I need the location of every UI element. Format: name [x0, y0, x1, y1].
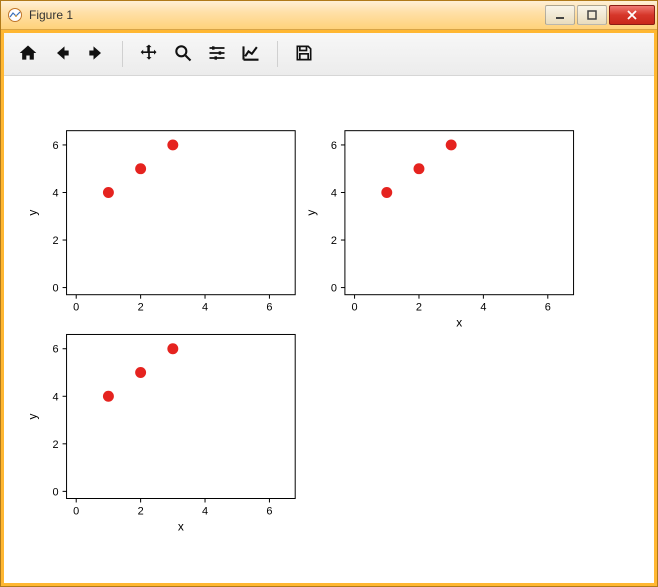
- toolbar: [4, 33, 654, 76]
- svg-text:6: 6: [266, 505, 272, 517]
- home-icon: [18, 43, 38, 66]
- svg-text:0: 0: [53, 283, 59, 295]
- svg-text:4: 4: [53, 187, 59, 199]
- svg-text:6: 6: [266, 302, 272, 314]
- svg-text:y: y: [26, 210, 40, 216]
- svg-text:x: x: [456, 316, 462, 330]
- svg-text:6: 6: [545, 302, 551, 314]
- forward-button[interactable]: [80, 38, 112, 70]
- svg-text:2: 2: [53, 235, 59, 247]
- svg-text:6: 6: [331, 140, 337, 152]
- pan-button[interactable]: [133, 38, 165, 70]
- sliders-icon: [207, 43, 227, 66]
- svg-text:4: 4: [480, 302, 486, 314]
- svg-text:4: 4: [331, 187, 337, 199]
- maximize-button[interactable]: [577, 5, 607, 25]
- titlebar[interactable]: Figure 1: [1, 1, 657, 30]
- svg-text:0: 0: [73, 505, 79, 517]
- svg-text:4: 4: [53, 391, 59, 403]
- svg-text:y: y: [26, 413, 40, 419]
- home-button[interactable]: [12, 38, 44, 70]
- minimize-button[interactable]: [545, 5, 575, 25]
- svg-text:0: 0: [53, 486, 59, 498]
- svg-text:2: 2: [416, 302, 422, 314]
- zoom-button[interactable]: [167, 38, 199, 70]
- edit-axes-button[interactable]: [235, 38, 267, 70]
- svg-text:0: 0: [73, 302, 79, 314]
- content-pane: 0 2 4 6 0 2 4 6 y 0 2 4 6 0 2 4 6 x y 0 2 4 6 0 2 4 6 x y: [4, 33, 654, 583]
- svg-text:6: 6: [53, 140, 59, 152]
- figure-canvas[interactable]: 0 2 4 6 0 2 4 6 y 0 2 4 6 0 2 4 6 x y 0 2 4 6 0 2 4 6 x y: [4, 76, 654, 583]
- svg-text:y: y: [304, 210, 318, 216]
- svg-text:x: x: [178, 519, 184, 533]
- zoom-icon: [173, 43, 193, 66]
- close-button[interactable]: [609, 5, 655, 25]
- toolbar-separator: [122, 41, 123, 67]
- svg-text:0: 0: [352, 302, 358, 314]
- svg-text:2: 2: [53, 439, 59, 451]
- svg-text:4: 4: [202, 302, 208, 314]
- chart-line-icon: [241, 43, 261, 66]
- save-icon: [294, 43, 314, 66]
- back-arrow-icon: [52, 43, 72, 66]
- app-window: Figure 1: [0, 0, 658, 587]
- app-icon: [7, 7, 23, 23]
- move-icon: [139, 43, 159, 66]
- figure-svg: 0 2 4 6 0 2 4 6 y 0 2 4 6 0 2 4 6 x y 0 2 4 6 0 2 4 6 x y: [4, 76, 654, 583]
- window-title: Figure 1: [29, 8, 543, 22]
- forward-arrow-icon: [86, 43, 106, 66]
- toolbar-separator: [277, 41, 278, 67]
- svg-text:0: 0: [331, 283, 337, 295]
- svg-text:2: 2: [138, 505, 144, 517]
- svg-text:2: 2: [331, 235, 337, 247]
- svg-text:4: 4: [202, 505, 208, 517]
- save-button[interactable]: [288, 38, 320, 70]
- svg-text:6: 6: [53, 344, 59, 356]
- svg-text:2: 2: [138, 302, 144, 314]
- back-button[interactable]: [46, 38, 78, 70]
- configure-button[interactable]: [201, 38, 233, 70]
